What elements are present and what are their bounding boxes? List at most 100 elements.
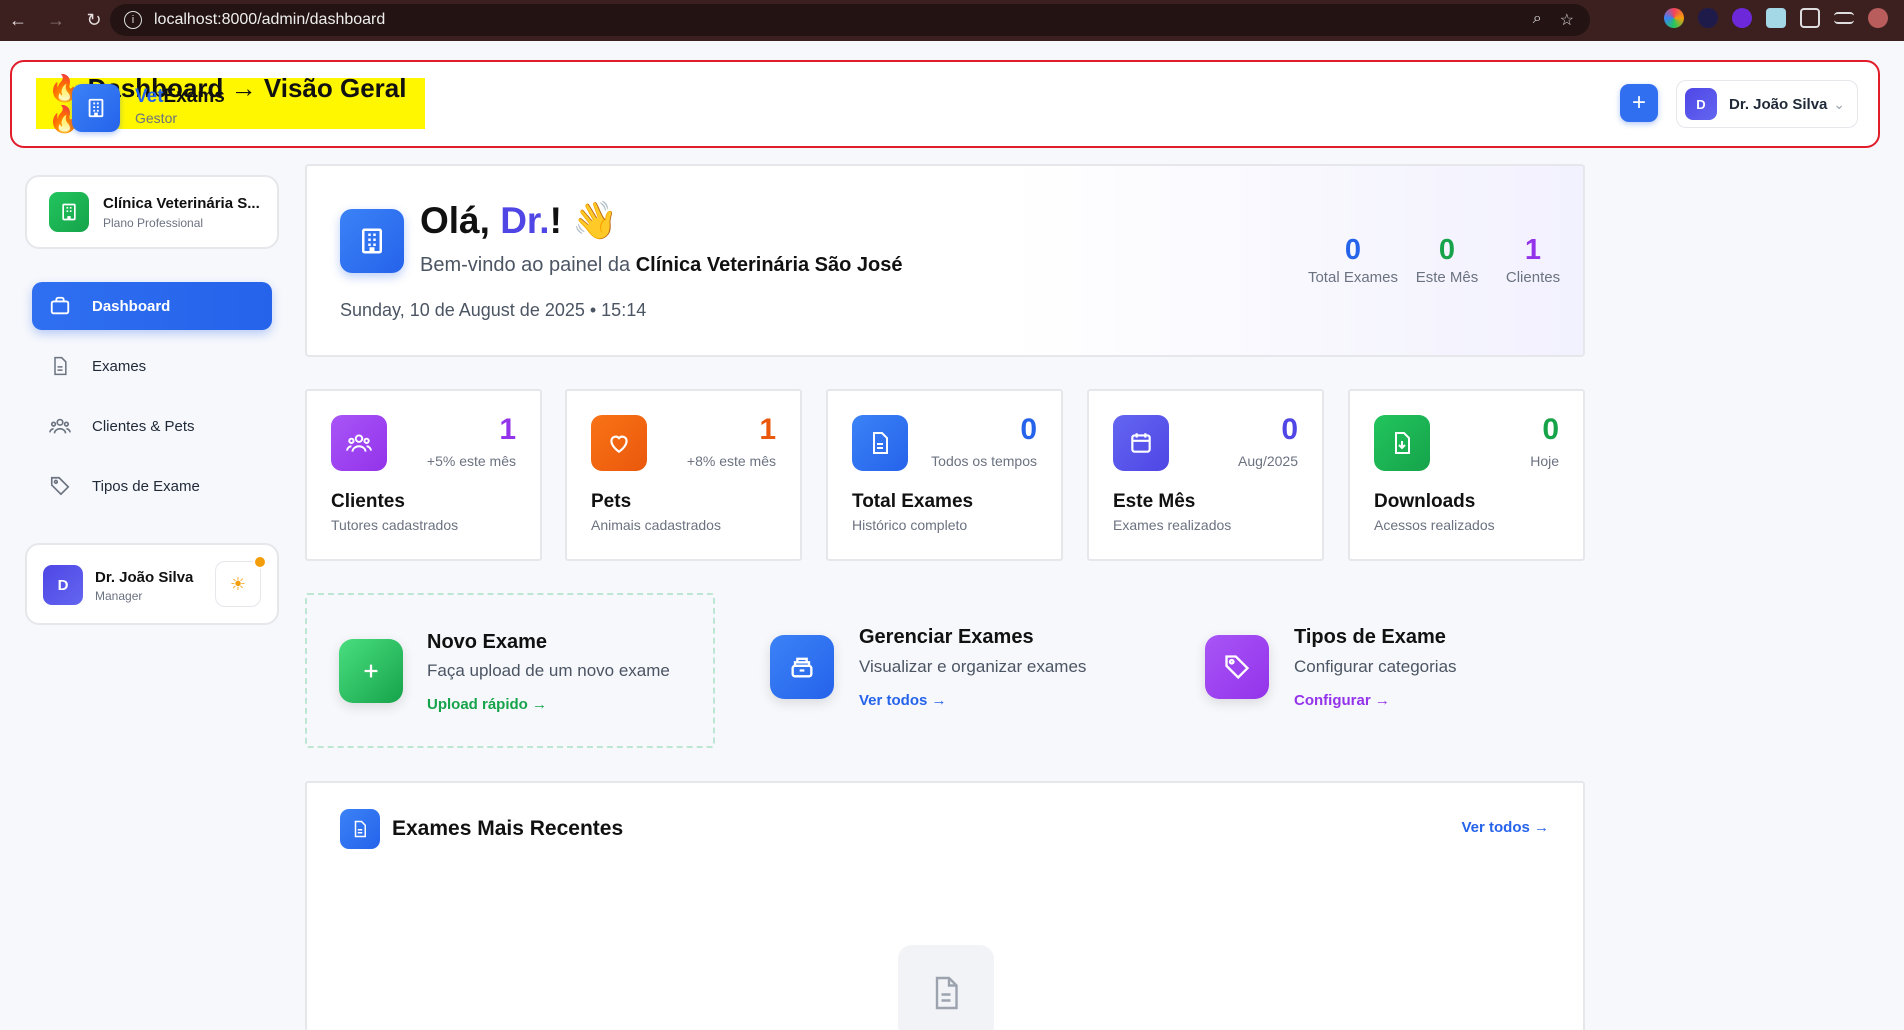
media-control-icon[interactable]: [1834, 12, 1854, 24]
sidebar-item-label: Dashboard: [92, 297, 171, 315]
quick-add-button[interactable]: +: [1620, 84, 1658, 122]
briefcase-icon: [48, 294, 72, 318]
extension-color-icon[interactable]: [1664, 8, 1684, 28]
calendar-icon: [1113, 415, 1169, 471]
sidebar-item-dashboard[interactable]: Dashboard: [32, 282, 272, 330]
stat-card-downloads[interactable]: 0 Hoje Downloads Acessos realizados: [1348, 389, 1585, 561]
url-text[interactable]: localhost:8000/admin/dashboard: [154, 11, 385, 29]
stat-desc: Exames realizados: [1113, 517, 1232, 533]
building-icon: [340, 209, 404, 273]
sidebar-item-tipos-exame[interactable]: Tipos de Exame: [32, 462, 272, 510]
greeting-prefix: Olá,: [420, 200, 501, 241]
sidebar-item-clientes-pets[interactable]: Clientes & Pets: [32, 402, 272, 450]
plus-icon: [339, 639, 403, 703]
stat-label: Este Mês: [1415, 269, 1479, 286]
forward-arrow-icon[interactable]: →: [46, 10, 66, 31]
building-icon: [49, 192, 89, 232]
quick-action-desc: Configurar categorias: [1294, 657, 1457, 676]
extensions-puzzle-icon[interactable]: [1800, 8, 1820, 28]
quick-action-link[interactable]: Upload rápido →: [427, 696, 547, 713]
user-menu-button[interactable]: D Dr. João Silva ⌄: [1676, 80, 1858, 128]
stat-value: 1: [1524, 234, 1542, 266]
greeting-suffix: ! 👋: [549, 200, 619, 241]
stat-title: Clientes: [331, 491, 405, 512]
sidebar-user-card: D Dr. João Silva Manager ☀: [25, 543, 279, 625]
browser-toolbar: ← → ↻ i localhost:8000/admin/dashboard ⌕…: [0, 0, 1904, 41]
welcome-stat-clientes: 1 Clientes: [1493, 234, 1573, 286]
back-arrow-icon[interactable]: ←: [8, 10, 28, 31]
sun-icon: ☀: [229, 573, 247, 594]
download-icon: [1374, 415, 1430, 471]
welcome-stat-total-exames: 0 Total Exames: [1298, 234, 1408, 286]
subtitle-prefix: Bem-vindo ao painel da: [420, 254, 636, 276]
stat-card-total-exames[interactable]: 0 Todos os tempos Total Exames Histórico…: [826, 389, 1063, 561]
extension-c-icon[interactable]: [1732, 8, 1752, 28]
stat-card-clientes[interactable]: 1 +5% este mês Clientes Tutores cadastra…: [305, 389, 542, 561]
extension-image-icon[interactable]: [1766, 8, 1786, 28]
welcome-stat-este-mes: 0 Este Mês: [1407, 234, 1487, 286]
tag-icon: [1205, 635, 1269, 699]
current-datetime: Sunday, 10 de August de 2025 • 15:14: [340, 300, 647, 320]
quick-action-novo-exame[interactable]: Novo Exame Faça upload de um novo exame …: [305, 593, 715, 748]
stat-title: Pets: [591, 491, 632, 512]
user-name: Dr. João Silva: [95, 569, 194, 586]
stat-desc: Histórico completo: [852, 517, 968, 533]
quick-action-link[interactable]: Configurar →: [1294, 692, 1390, 709]
top-header: 🔥 Dashboard → Visão Geral 🔥 VetExams Ges…: [10, 60, 1880, 148]
users-icon: [48, 414, 72, 438]
quick-action-tipos-exame[interactable]: Tipos de Exame Configurar categorias Con…: [1173, 593, 1583, 748]
stat-desc: Tutores cadastrados: [331, 517, 459, 533]
archive-icon: [770, 635, 834, 699]
extension-a-icon[interactable]: [1698, 8, 1718, 28]
stat-card-este-mes[interactable]: 0 Aug/2025 Este Mês Exames realizados: [1087, 389, 1324, 561]
sidebar-item-exames[interactable]: Exames: [32, 342, 272, 390]
brand-suffix: Exams: [163, 86, 225, 107]
profile-avatar-icon[interactable]: [1868, 8, 1888, 28]
notification-dot: [253, 555, 267, 569]
empty-state-document-icon: [898, 945, 994, 1030]
reload-icon[interactable]: ↻: [84, 10, 104, 31]
document-icon: [340, 809, 380, 849]
quick-action-title: Tipos de Exame: [1294, 626, 1446, 648]
welcome-panel: Olá, Dr.! 👋 Bem-vindo ao painel da Clíni…: [305, 164, 1585, 357]
quick-action-gerenciar-exames[interactable]: Gerenciar Exames Visualizar e organizar …: [738, 593, 1148, 748]
users-icon: [331, 415, 387, 471]
stat-value: 0: [1020, 413, 1037, 446]
stat-note: +5% este mês: [426, 453, 516, 469]
stat-value: 1: [499, 413, 516, 446]
stat-value: 0: [1281, 413, 1298, 446]
address-bar[interactable]: i localhost:8000/admin/dashboard ⌕ ☆: [110, 4, 1590, 36]
bookmark-star-icon[interactable]: ☆: [1560, 10, 1574, 30]
theme-toggle-button[interactable]: ☀: [215, 561, 261, 607]
stat-title: Este Mês: [1113, 491, 1196, 512]
view-all-link[interactable]: Ver todos →: [1461, 819, 1549, 836]
extensions-area: [1664, 8, 1888, 28]
recent-exams-panel: Exames Mais Recentes Ver todos →: [305, 781, 1585, 1030]
welcome-subtitle: Bem-vindo ao painel da Clínica Veterinár…: [420, 254, 903, 277]
heart-icon: [591, 415, 647, 471]
stat-value: 0: [1438, 234, 1456, 266]
clinic-name: Clínica Veterinária S...: [103, 194, 260, 212]
greeting: Olá, Dr.! 👋: [420, 200, 618, 243]
document-icon: [852, 415, 908, 471]
quick-action-link[interactable]: Ver todos →: [859, 692, 947, 709]
zoom-icon[interactable]: ⌕: [1533, 10, 1542, 30]
site-info-icon[interactable]: i: [124, 11, 142, 29]
document-icon: [48, 354, 72, 378]
building-icon: [72, 84, 120, 132]
stat-label: Total Exames: [1307, 269, 1399, 286]
sidebar-item-label: Exames: [92, 357, 147, 375]
sidebar-item-label: Clientes & Pets: [92, 417, 195, 435]
stat-note: Hoje: [1530, 453, 1559, 469]
user-name: Dr. João Silva: [1729, 95, 1828, 113]
avatar: D: [43, 565, 83, 605]
clinic-card[interactable]: Clínica Veterinária S... Plano Professio…: [25, 175, 279, 249]
stat-note: Aug/2025: [1238, 453, 1298, 469]
clinic-plan: Plano Professional: [103, 215, 204, 230]
stat-card-pets[interactable]: 1 +8% este mês Pets Animais cadastrados: [565, 389, 802, 561]
chevron-down-icon: ⌄: [1833, 95, 1845, 112]
sidebar-item-label: Tipos de Exame: [92, 477, 200, 495]
quick-action-title: Novo Exame: [427, 631, 548, 653]
brand-prefix: Vet: [135, 86, 164, 107]
quick-action-desc: Faça upload de um novo exame: [427, 661, 670, 680]
